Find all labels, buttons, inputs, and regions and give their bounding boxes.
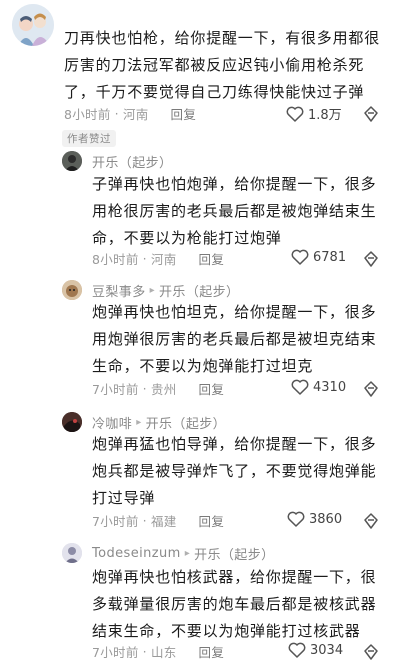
reply-meta: 7小时前 · 福建 回复 [92,511,224,530]
meta-dot: · [142,513,147,528]
reply-meta: 7小时前 · 贵州 回复 [92,379,224,398]
heart-icon [291,249,309,265]
reply-location: 河南 [150,252,177,267]
meta-dot: · [142,644,147,659]
reply-avatar[interactable] [62,280,82,300]
reply-text: 炮弹再猛也怕导弹，给你提醒一下，很多炮兵都是被导弹炸飞了，不要觉得炮弹能打过导弹 [92,435,377,507]
reply-author-line: Todeseinzum ▸ 开乐（起步） [92,544,275,563]
reply-time: 8小时前 [92,252,139,267]
reply-author[interactable]: Todeseinzum [92,546,181,561]
meta-dot: · [142,251,147,266]
heart-icon [287,511,305,527]
top-comment-avatar[interactable] [12,4,54,46]
top-comment-text: 刀再快也怕枪，给你提醒一下，有很多用都很厉害的刀法冠军都被反应迟钝小偷用枪杀死了… [64,29,381,101]
reply-avatar[interactable] [62,412,82,432]
share-icon[interactable] [362,105,380,123]
heart-icon [291,379,309,395]
reply-author-line: 开乐（起步） [92,152,172,171]
comment-time: 8小时前 [64,107,111,122]
heart-icon [286,106,304,122]
reply-like-button[interactable]: 4310 [291,379,346,395]
reply-text: 炮弹再快也怕坦克，给你提醒一下，很多用炮弹很厉害的老兵最后都是被坦克结束生命，不… [92,303,377,375]
like-count: 6781 [313,249,347,265]
reply-button[interactable]: 回复 [171,104,197,123]
meta-dot: · [142,381,147,396]
like-count: 1.8万 [308,108,342,123]
author-liked-badge: 作者赞过 [62,130,116,147]
reply-like-button[interactable]: 6781 [291,249,346,265]
reply-to-author[interactable]: 开乐（起步） [159,281,239,300]
reply-location: 贵州 [150,382,177,397]
reply-avatar[interactable] [62,151,82,171]
reply-button[interactable]: 回复 [199,379,225,398]
reply-time: 7小时前 [92,645,139,660]
reply-location: 山东 [150,645,177,660]
reply-author-line: 豆梨事多 ▸ 开乐（起步） [92,281,239,300]
reply-button[interactable]: 回复 [199,511,225,530]
reply-meta: 7小时前 · 山东 回复 [92,642,224,661]
reply-arrow-icon: ▸ [184,548,191,559]
reply-time: 7小时前 [92,514,139,529]
reply-to-author[interactable]: 开乐（起步） [146,413,226,432]
reply-button[interactable]: 回复 [199,642,225,661]
reply-avatar[interactable] [62,543,82,563]
reply-meta: 8小时前 · 河南 回复 [92,249,224,268]
share-icon[interactable] [362,512,380,530]
reply-like-button[interactable]: 3034 [288,642,343,658]
reply-like-button[interactable]: 3860 [287,511,342,527]
reply-button[interactable]: 回复 [199,249,225,268]
comment-location: 河南 [122,107,149,122]
reply-author[interactable]: 豆梨事多 [92,281,146,300]
reply-to-author[interactable]: 开乐（起步） [194,544,274,563]
reply-arrow-icon: ▸ [136,417,142,428]
reply-author[interactable]: 冷咖啡 [92,413,132,432]
top-comment-meta: 8小时前 · 河南 回复 [64,104,196,123]
top-comment-like-button[interactable]: 1.8万 [286,104,342,123]
like-count: 3860 [309,511,343,527]
reply-location: 福建 [150,514,177,529]
reply-author-line: 冷咖啡 ▸ 开乐（起步） [92,413,226,432]
share-icon[interactable] [362,380,380,398]
reply-text: 炮弹再快也怕核武器，给你提醒一下，很多载弹量很厉害的炮车最后都是被核武器结束生命… [92,568,377,640]
heart-icon [288,642,306,658]
like-count: 3034 [310,642,344,658]
reply-arrow-icon: ▸ [149,285,156,296]
share-icon[interactable] [362,250,380,268]
reply-author[interactable]: 开乐（起步） [92,152,172,171]
like-count: 4310 [313,379,347,395]
reply-time: 7小时前 [92,382,139,397]
meta-dot: · [114,106,119,121]
reply-text: 子弹再快也怕炮弹，给你提醒一下，很多用枪很厉害的老兵最后都是被炮弹结束生命，不要… [92,175,377,247]
share-icon[interactable] [362,643,380,661]
